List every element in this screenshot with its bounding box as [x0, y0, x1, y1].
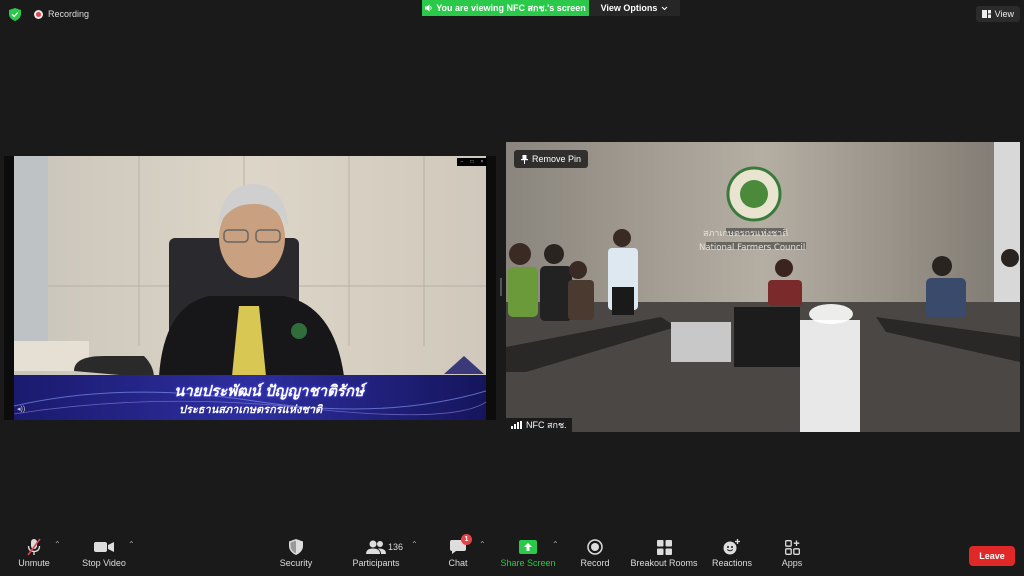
- breakout-rooms-icon: [656, 539, 672, 555]
- view-button[interactable]: View: [975, 6, 1020, 22]
- apps-icon: [784, 539, 800, 555]
- meeting-toolbar: Unmute ⌃ Stop Video ⌃ Security Participa…: [0, 532, 1024, 576]
- banner-text: You are viewing NFC สกช.'s screen: [436, 3, 586, 13]
- room-sign-thai: สภาเกษตรกรแห่งชาติ: [703, 228, 788, 239]
- stop-video-label: Stop Video: [82, 558, 126, 568]
- breakout-rooms-label: Breakout Rooms: [630, 558, 698, 568]
- chat-label: Chat: [448, 558, 468, 568]
- meeting-room-frame: [506, 142, 1020, 432]
- security-shield-icon[interactable]: [9, 8, 21, 21]
- recording-label: Recording: [48, 9, 90, 19]
- signal-strength-icon: [511, 421, 522, 429]
- participants-button[interactable]: Participants: [348, 536, 404, 568]
- split-view-divider[interactable]: [500, 278, 502, 296]
- participants-count: 136: [388, 542, 404, 552]
- record-label: Record: [580, 558, 610, 568]
- microphone-muted-icon: [27, 538, 41, 556]
- view-grid-icon: [981, 10, 991, 18]
- remove-pin-button[interactable]: Remove Pin: [514, 150, 589, 168]
- video-caption: ◂)) นายประพัฒน์ ปัญญาชาติรักษ์ ประธานสภา…: [14, 375, 484, 420]
- reactions-button[interactable]: Reactions: [710, 536, 754, 568]
- room-sign-english: National Farmers Council: [699, 243, 805, 253]
- view-options-label: View Options: [600, 3, 658, 13]
- recording-icon: [34, 9, 43, 19]
- shared-screen-video: – □ × ◂)) นายประพัฒน์ ปัญญาชาติรักษ์ ประ…: [4, 156, 496, 420]
- breakout-rooms-button[interactable]: Breakout Rooms: [630, 536, 698, 568]
- share-screen-button[interactable]: Share Screen: [500, 536, 556, 568]
- participants-icon: [366, 540, 386, 554]
- top-bar: Recording You are viewing NFC สกช.'s scr…: [0, 0, 1024, 30]
- view-label: View: [994, 9, 1014, 19]
- security-label: Security: [279, 558, 313, 568]
- stop-video-button[interactable]: Stop Video: [78, 536, 130, 568]
- video-camera-icon: [94, 542, 114, 552]
- view-options-button[interactable]: View Options: [589, 0, 680, 16]
- unmute-button[interactable]: Unmute: [14, 536, 54, 568]
- apps-button[interactable]: Apps: [776, 536, 808, 568]
- volume-icon: ◂)): [17, 406, 26, 413]
- security-button[interactable]: Security: [276, 536, 316, 568]
- remove-pin-label: Remove Pin: [532, 154, 582, 164]
- video-options-caret[interactable]: ⌃: [128, 540, 135, 549]
- pinned-participant-video: Remove Pin NFC สกช.: [506, 142, 1020, 432]
- security-shield-icon: [289, 539, 303, 555]
- speaker-icon: [425, 4, 432, 12]
- leave-button[interactable]: Leave: [969, 546, 1015, 566]
- audio-options-caret[interactable]: ⌃: [54, 540, 61, 549]
- share-screen-icon: [519, 540, 537, 554]
- share-screen-label: Share Screen: [500, 558, 556, 568]
- chat-unread-badge: 1: [461, 534, 472, 545]
- close-icon: ×: [480, 159, 484, 165]
- chevron-down-icon: [662, 6, 668, 10]
- room-wall-sign: สภาเกษตรกรแห่งชาติ National Farmers Coun…: [699, 228, 805, 253]
- share-options-caret[interactable]: ⌃: [552, 540, 559, 549]
- viewing-screen-banner: You are viewing NFC สกช.'s screen: [422, 0, 589, 16]
- participants-options-caret[interactable]: ⌃: [411, 540, 418, 549]
- window-controls: – □ ×: [457, 158, 487, 166]
- smiley-add-icon: [723, 539, 740, 555]
- recording-indicator[interactable]: Recording: [34, 9, 89, 19]
- maximize-icon: □: [470, 159, 474, 165]
- unmute-label: Unmute: [18, 558, 50, 568]
- participants-label: Participants: [352, 558, 400, 568]
- record-button[interactable]: Record: [576, 536, 614, 568]
- chat-options-caret[interactable]: ⌃: [479, 540, 486, 549]
- participant-name-tag: NFC สกช.: [506, 418, 572, 432]
- pin-icon: [521, 154, 528, 164]
- minimize-icon: –: [460, 159, 464, 165]
- caption-title: ประธานสภาเกษตรกรแห่งชาติ: [179, 404, 323, 416]
- record-icon: [587, 539, 603, 555]
- apps-label: Apps: [781, 558, 803, 568]
- reactions-label: Reactions: [711, 558, 753, 568]
- participant-name: NFC สกช.: [526, 420, 567, 430]
